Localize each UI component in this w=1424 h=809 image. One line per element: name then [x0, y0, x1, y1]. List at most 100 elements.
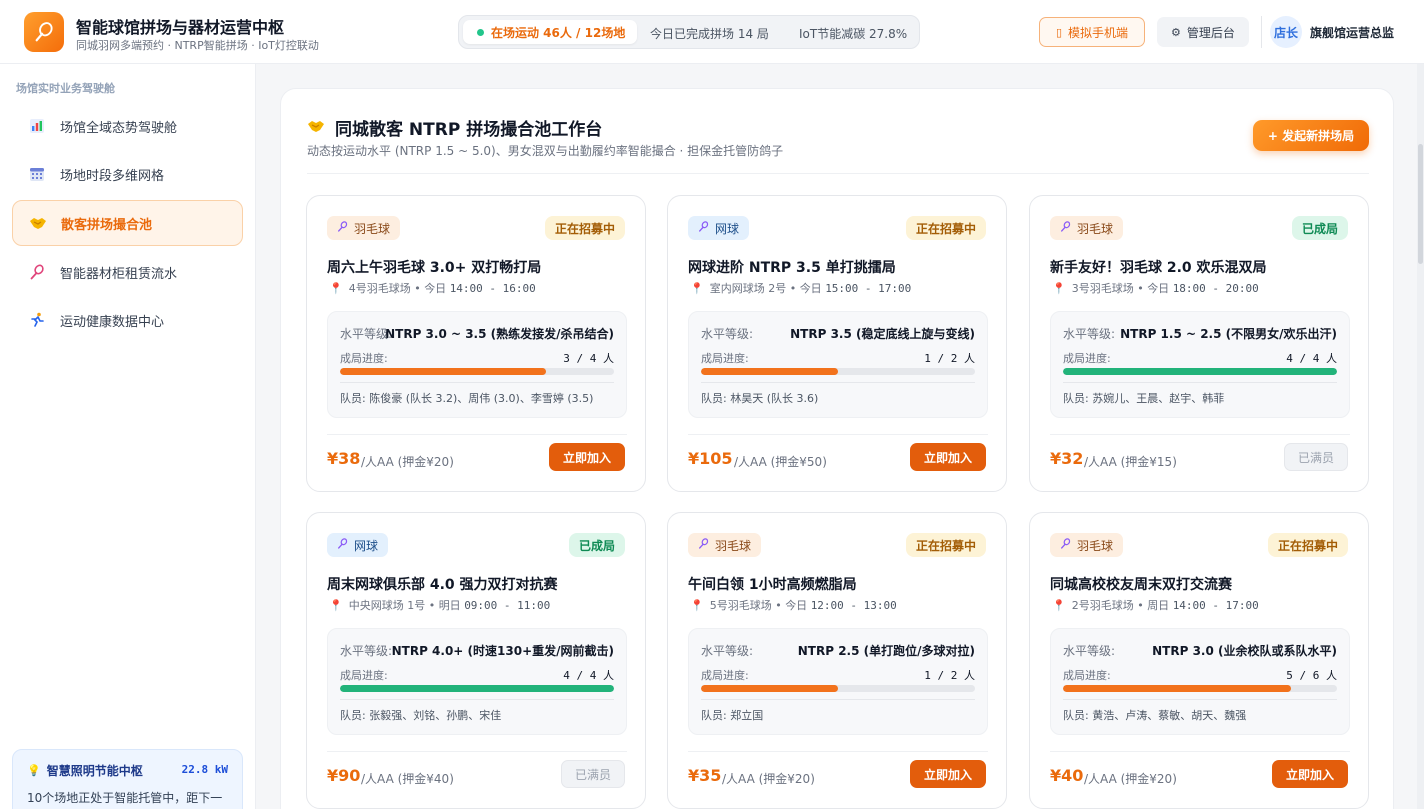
price-value: ¥40	[1050, 766, 1084, 785]
admin-console-button[interactable]: ⚙ 管理后台	[1157, 17, 1249, 47]
match-info-box: 水平等级: NTRP 1.5 ~ 2.5 (不限男女/欢乐出汗) 成局进度: 4…	[1050, 311, 1350, 418]
status-badge: 正在招募中	[544, 216, 625, 240]
match-title[interactable]: 周末网球俱乐部 4.0 强力双打对抗赛	[327, 574, 558, 594]
match-day: 周日	[1147, 599, 1170, 612]
match-title[interactable]: 午间白领 1小时高频燃脂局	[688, 574, 857, 594]
scrollbar-thumb[interactable]	[1418, 144, 1423, 264]
status-badge: 正在招募中	[905, 216, 986, 240]
progress-count: 1 / 2 人	[924, 669, 975, 682]
match-card[interactable]: 羽毛球 正在招募中 午间白领 1小时高频燃脂局 📍 5号羽毛球场 • 今日 12…	[667, 512, 1007, 809]
gear-icon: ⚙	[1171, 25, 1181, 39]
sidebar-item-label: 场馆全域态势驾驶舱	[60, 120, 178, 136]
full-button[interactable]: 已满员	[1284, 443, 1348, 471]
sidebar-item-court-grid[interactable]: 场地时段多维网格	[12, 151, 243, 197]
match-card[interactable]: 网球 正在招募中 网球进阶 NTRP 3.5 单打挑擂局 📍 室内网球场 2号 …	[667, 195, 1007, 492]
level-value: NTRP 3.0 ~ 3.5 (熟练发接发/杀吊结合)	[385, 327, 614, 341]
status-badge: 正在招募中	[1267, 533, 1348, 557]
status-badge: 已成局	[568, 533, 625, 557]
join-button[interactable]: 立即加入	[910, 760, 986, 788]
racket-logo-icon	[35, 22, 53, 42]
price-value: ¥38	[327, 449, 361, 468]
meta-separator: •	[410, 281, 425, 295]
match-time: 12:00 - 13:00	[810, 598, 897, 612]
sport-tag-label: 网球	[354, 538, 379, 553]
match-title[interactable]: 周六上午羽毛球 3.0+ 双打畅打局	[327, 257, 541, 277]
level-value: NTRP 3.0 (业余校队或系队水平)	[1152, 644, 1337, 658]
meta-separator: •	[425, 598, 439, 612]
match-info-box: 水平等级: NTRP 2.5 (单打跑位/多球对拉) 成局进度: 1 / 2 人…	[688, 628, 988, 735]
sport-tag: 羽毛球	[1050, 216, 1124, 240]
join-button[interactable]: 立即加入	[1272, 760, 1348, 788]
stat-live-text: 在场运动 46人 / 12场地	[491, 25, 626, 40]
match-card[interactable]: 羽毛球 正在招募中 同城高校校友周末双打交流赛 📍 2号羽毛球场 • 周日 14…	[1029, 512, 1369, 809]
progress-count: 4 / 4 人	[563, 669, 614, 682]
match-location-time: 📍 5号羽毛球场 • 今日 12:00 - 13:00	[690, 597, 897, 613]
match-location-time: 📍 3号羽毛球场 • 今日 18:00 - 20:00	[1052, 280, 1259, 296]
progress-bar	[1063, 685, 1337, 692]
level-value: NTRP 4.0+ (时速130+重发/网前截击)	[391, 644, 614, 658]
sidebar-item-health-data[interactable]: 运动健康数据中心	[12, 297, 243, 343]
match-title[interactable]: 新手友好！羽毛球 2.0 欢乐混双局	[1050, 257, 1267, 277]
sidebar-item-matchmaking[interactable]: 散客拼场撮合池	[12, 200, 243, 246]
price-unit: /人AA (押金¥15)	[1084, 455, 1177, 469]
venue-name: 中央网球场 1号	[348, 599, 426, 612]
app-subtitle: 同城羽网多端预约 · NTRP智能拼场 · IoT灯控联动	[76, 39, 319, 52]
card-divider	[1050, 434, 1350, 435]
match-time: 18:00 - 20:00	[1172, 281, 1259, 295]
sport-tag: 羽毛球	[688, 533, 762, 557]
price-unit: /人AA (押金¥20)	[361, 455, 454, 469]
match-title[interactable]: 同城高校校友周末双打交流赛	[1050, 574, 1232, 594]
live-dot-icon	[477, 28, 484, 36]
match-time: 09:00 - 11:00	[464, 598, 551, 612]
match-card[interactable]: 羽毛球 已成局 新手友好！羽毛球 2.0 欢乐混双局 📍 3号羽毛球场 • 今日…	[1029, 195, 1369, 492]
energy-power-value: 22.8 kW	[181, 763, 228, 776]
card-divider	[327, 751, 627, 752]
stat-iot-saving[interactable]: IoT节能减碳 27.8%	[799, 25, 907, 42]
meta-separator: •	[771, 598, 786, 612]
sport-tag-label: 羽毛球	[1077, 538, 1114, 553]
join-button[interactable]: 立即加入	[549, 443, 625, 471]
page-scrollbar[interactable]	[1417, 64, 1424, 809]
bulb-icon: 💡	[27, 764, 41, 777]
avatar[interactable]: 店长	[1270, 16, 1302, 48]
sport-tag: 网球	[327, 533, 389, 557]
progress-bar	[340, 685, 614, 692]
mobile-preview-button[interactable]: ▯ 模拟手机端	[1039, 17, 1145, 47]
price-unit: /人AA (押金¥50)	[734, 455, 827, 469]
energy-center-card[interactable]: 💡 智慧照明节能中枢 22.8 kW 10个场地正处于智能托管中，距下一	[12, 749, 243, 809]
sidebar-item-label: 智能器材柜租赁流水	[60, 266, 178, 282]
match-time: 15:00 - 17:00	[825, 281, 912, 295]
info-divider	[340, 699, 614, 700]
sidebar-item-dashboard[interactable]: 场馆全域态势驾驶舱	[12, 103, 243, 149]
create-match-button[interactable]: + 发起新拼场局	[1253, 120, 1369, 151]
energy-description: 10个场地正处于智能托管中，距下一	[27, 791, 223, 805]
level-label: 水平等级:	[1063, 644, 1116, 658]
match-card[interactable]: 羽毛球 正在招募中 周六上午羽毛球 3.0+ 双打畅打局 📍 4号羽毛球场 • …	[306, 195, 646, 492]
match-location-time: 📍 中央网球场 1号 • 明日 09:00 - 11:00	[329, 597, 550, 613]
stat-completed-matches[interactable]: 今日已完成拼场 14 局	[650, 25, 769, 42]
join-button[interactable]: 立即加入	[910, 443, 986, 471]
user-name[interactable]: 旗舰馆运营总监	[1310, 24, 1394, 41]
level-label: 水平等级:	[1063, 327, 1116, 341]
progress-bar	[701, 368, 975, 375]
phone-icon: ▯	[1055, 25, 1063, 39]
full-button[interactable]: 已满员	[561, 760, 625, 788]
admin-console-label: 管理后台	[1186, 25, 1235, 40]
sidebar-item-equipment-rental[interactable]: 智能器材柜租赁流水	[12, 249, 243, 295]
progress-label: 成局进度:	[1063, 669, 1111, 682]
level-label: 水平等级:	[701, 644, 754, 658]
match-card[interactable]: 网球 已成局 周末网球俱乐部 4.0 强力双打对抗赛 📍 中央网球场 1号 • …	[306, 512, 646, 809]
sidebar-heading: 场馆实时业务驾驶舱	[16, 82, 115, 95]
sidebar: 场馆实时业务驾驶舱 场馆全域态势驾驶舱 场地时段多维网格 散客拼场撮合池 智能器…	[0, 64, 256, 809]
location-pin-icon: 📍	[690, 281, 704, 295]
page-subtitle: 动态按运动水平 (NTRP 1.5 ~ 5.0)、男女混双与出勤履约率智能撮合 …	[307, 144, 784, 158]
location-pin-icon: 📍	[329, 598, 343, 612]
stat-live-occupancy[interactable]: 在场运动 46人 / 12场地	[463, 20, 638, 44]
progress-bar	[701, 685, 975, 692]
panel-divider	[307, 173, 1369, 174]
match-title[interactable]: 网球进阶 NTRP 3.5 单打挑擂局	[688, 257, 896, 277]
card-divider	[327, 434, 627, 435]
match-location-time: 📍 室内网球场 2号 • 今日 15:00 - 17:00	[690, 280, 911, 296]
location-pin-icon: 📍	[690, 598, 704, 612]
progress-bar	[1063, 368, 1337, 375]
